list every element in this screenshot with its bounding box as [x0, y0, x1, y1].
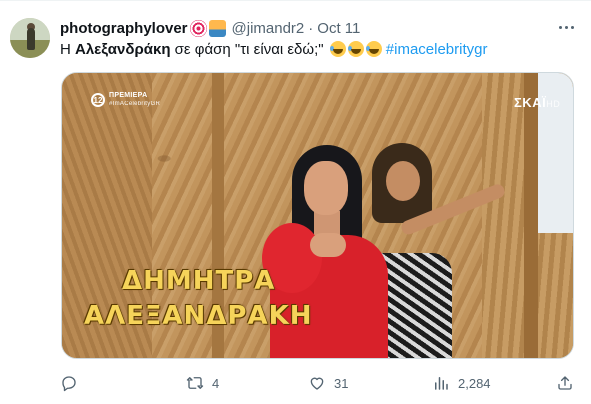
- like-button[interactable]: 31: [308, 372, 348, 394]
- channel-name: ΣΚΑΪ: [514, 95, 547, 110]
- tweet[interactable]: photographylover @jimandr2 · Oct 11 Η Αλ…: [0, 0, 591, 404]
- tears-of-joy-emoji: [365, 41, 382, 57]
- premiere-hashtag: #ImACelebrityGR: [109, 101, 161, 107]
- tweet-header: photographylover @jimandr2 · Oct 11: [60, 18, 360, 38]
- premiere-label: ΠΡΕΜΙΕΡΑ #ImACelebrityGR: [109, 92, 160, 108]
- like-icon: [310, 377, 324, 390]
- retweet-icon: [186, 377, 204, 389]
- more-options-icon[interactable]: [555, 18, 577, 36]
- share-icon: [558, 376, 572, 390]
- retweet-count: 4: [212, 375, 220, 391]
- like-count: 31: [334, 375, 349, 391]
- avatar[interactable]: [10, 18, 50, 58]
- hashtag-link[interactable]: #imacelebritygr: [386, 41, 488, 58]
- media-image[interactable]: 12 ΠΡΕΜΙΕΡΑ #ImACelebrityGR ΣΚΑΪHD ΔΗΜΗΤ…: [61, 72, 574, 359]
- caption-first-name: ΔΗΜΗΤΡΑ: [122, 266, 276, 296]
- separator-dot: ·: [308, 19, 314, 37]
- divider: [0, 0, 591, 1]
- channel-hd: HD: [546, 99, 561, 109]
- direct-hit-emoji: [189, 19, 207, 37]
- tears-of-joy-emoji: [329, 41, 346, 57]
- tweet-timestamp[interactable]: Oct 11: [317, 20, 360, 37]
- views-icon: [435, 377, 448, 390]
- action-bar: 4 31 2,284: [60, 372, 575, 394]
- reply-icon: [62, 376, 76, 392]
- share-button[interactable]: [556, 372, 574, 394]
- channel-logo: ΣΚΑΪHD: [514, 95, 560, 110]
- tweet-text: Η Αλεξανδράκη σε φάση "τι είναι εδώ;" #i…: [60, 40, 488, 60]
- tweet-text-rest: σε φάση "τι είναι εδώ;": [170, 41, 328, 58]
- tweet-text-bold: Αλεξανδράκη: [75, 41, 171, 58]
- tears-of-joy-emoji: [347, 41, 364, 57]
- caption-last-name: ΑΛΕΞΑΝΔΡΑΚΗ: [84, 301, 313, 331]
- user-handle[interactable]: @jimandr2: [232, 20, 305, 37]
- age-rating-badge: 12: [91, 93, 105, 107]
- views-count: 2,284: [458, 375, 491, 391]
- sunrise-emoji: [208, 19, 226, 37]
- views-button[interactable]: 2,284: [432, 372, 491, 394]
- retweet-button[interactable]: 4: [186, 372, 219, 394]
- premiere-text: ΠΡΕΜΙΕΡΑ: [109, 92, 148, 99]
- display-name[interactable]: photographylover: [60, 20, 188, 37]
- tweet-text-prefix: Η: [60, 41, 75, 58]
- reply-button[interactable]: [60, 372, 86, 394]
